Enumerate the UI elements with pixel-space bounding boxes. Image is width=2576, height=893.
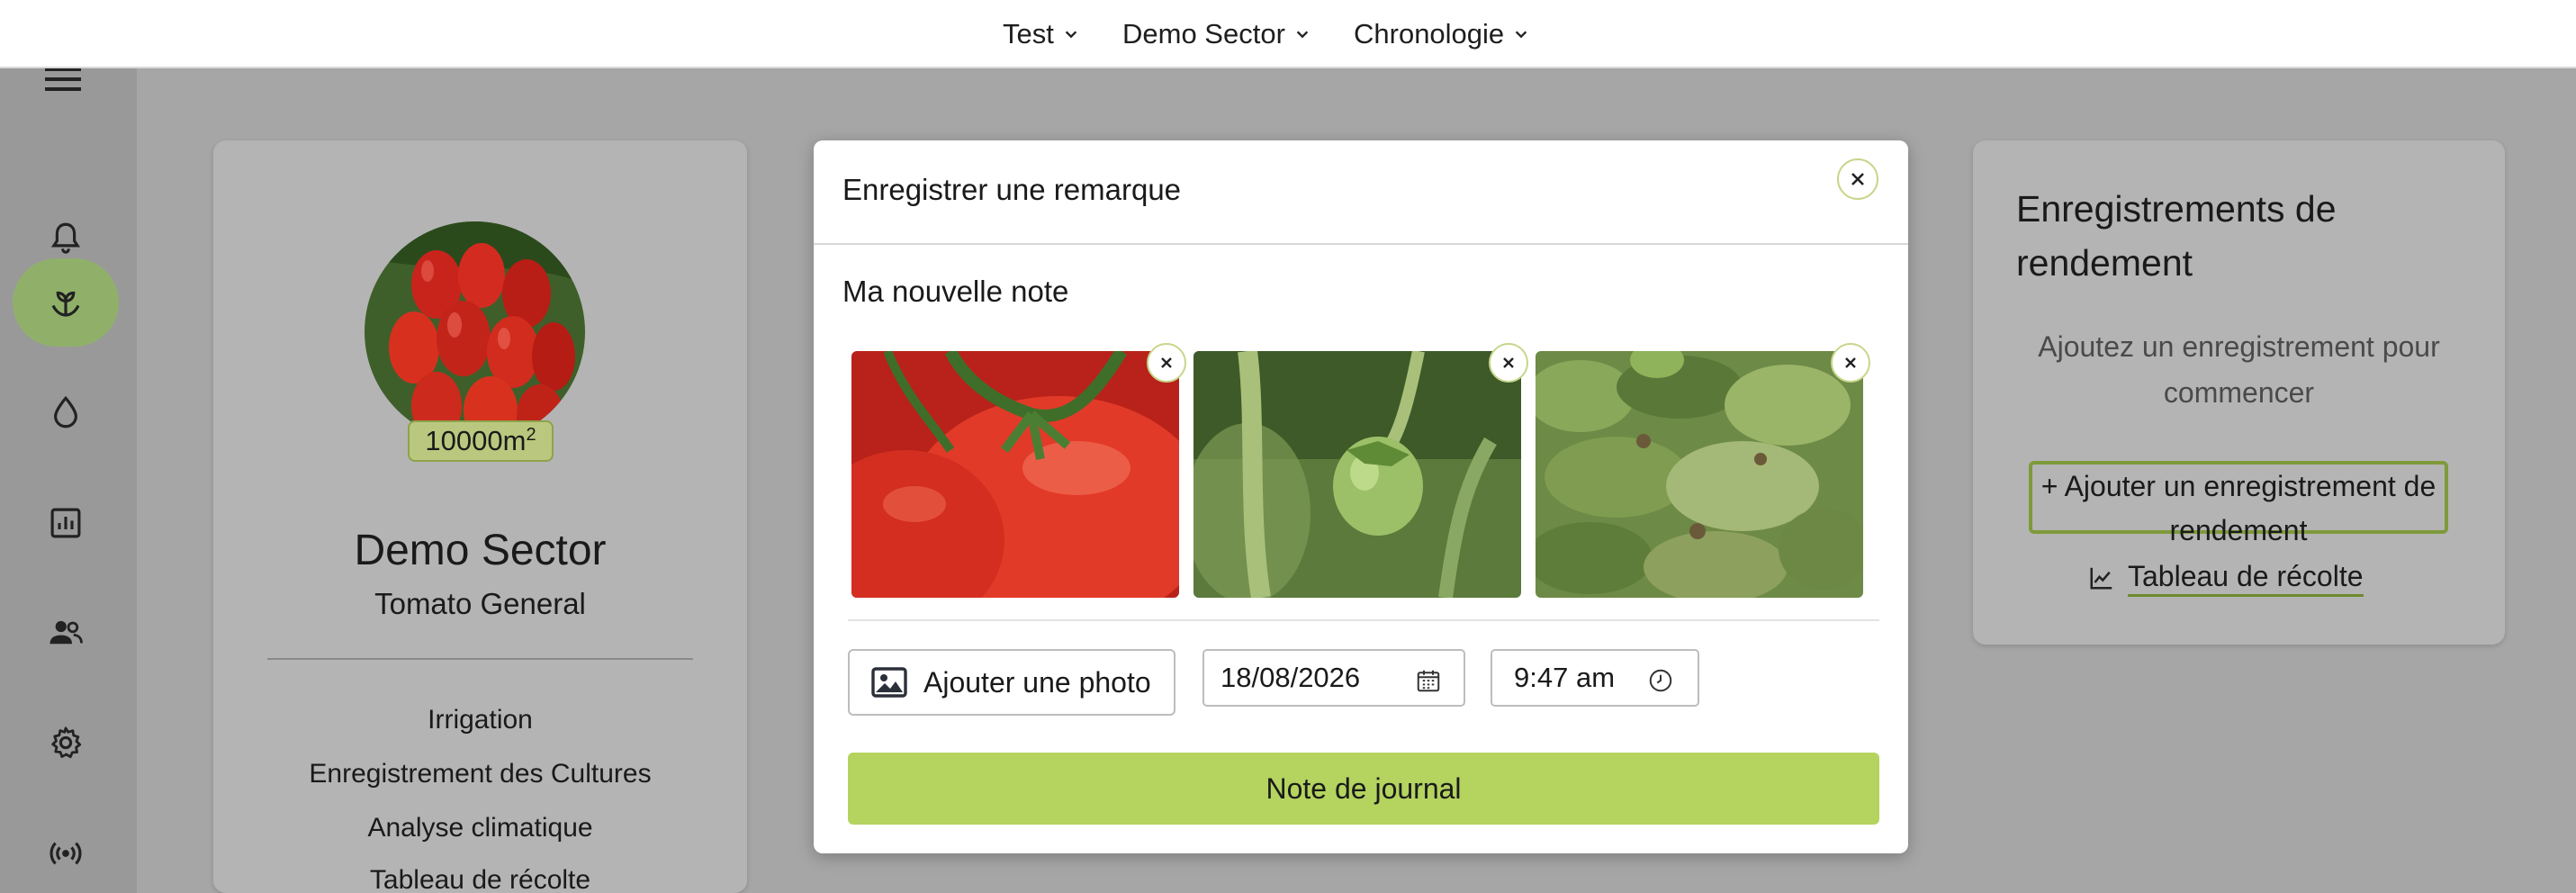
- farm-selector-label: Test: [1003, 18, 1054, 50]
- harvest-chart-link[interactable]: Tableau de récolte: [2088, 558, 2364, 597]
- card-divider: [267, 658, 693, 660]
- chevron-down-icon: [1296, 31, 1309, 39]
- sector-link-climate-analysis[interactable]: Analyse climatique: [213, 813, 747, 843]
- water-drop-icon: [54, 395, 77, 428]
- yield-card-title: Enregistrements de rendement: [2016, 188, 2337, 284]
- timeline-selector-label: Chronologie: [1354, 18, 1505, 50]
- area-value: 10000m: [425, 425, 527, 456]
- remove-photo-button[interactable]: [1489, 343, 1528, 383]
- close-icon: [1845, 357, 1856, 368]
- submit-note-button[interactable]: Note de journal: [848, 753, 1879, 825]
- farm-selector[interactable]: Test: [1003, 0, 1079, 68]
- harvest-chart-link-label: Tableau de récolte: [2128, 558, 2364, 597]
- sector-selector[interactable]: Demo Sector: [1122, 0, 1311, 68]
- sidebar-item-crops[interactable]: [13, 258, 119, 347]
- bar-chart-icon: [50, 508, 81, 538]
- photo-thumbnail: [1193, 351, 1521, 598]
- sector-avatar: [365, 221, 585, 442]
- diseased-plant-photo: [1536, 351, 1863, 598]
- clock-icon: [1649, 669, 1672, 692]
- sector-link-harvest-chart[interactable]: Tableau de récolte: [213, 865, 747, 893]
- sector-crop: Tomato General: [374, 587, 586, 620]
- time-value: 9:47 am: [1514, 662, 1616, 693]
- top-bar: Test Demo Sector Chronologie: [0, 0, 2576, 68]
- modal-close-button[interactable]: [1837, 158, 1878, 200]
- remove-photo-button[interactable]: [1147, 343, 1186, 383]
- note-text-input[interactable]: [842, 266, 1879, 317]
- photos-divider: [848, 619, 1879, 621]
- broadcast-icon: [50, 842, 82, 865]
- bell-icon: [50, 222, 81, 254]
- chevron-down-icon: [1065, 31, 1077, 39]
- image-icon: [871, 667, 907, 698]
- timeline-selector[interactable]: Chronologie: [1354, 0, 1529, 68]
- sidebar-item-users[interactable]: [13, 589, 119, 677]
- area-exponent: 2: [526, 424, 536, 445]
- users-icon: [50, 620, 83, 645]
- sprout-icon: [51, 291, 80, 317]
- photo-thumbnail: [1536, 351, 1863, 598]
- modal-title: Enregistrer une remarque: [842, 173, 1182, 206]
- yield-records-card: Enregistrements de rendement Ajoutez un …: [1973, 140, 2505, 645]
- time-picker-field[interactable]: 9:47 am: [1491, 649, 1699, 707]
- red-tomatoes-photo: [851, 351, 1179, 598]
- sector-link-irrigation[interactable]: Irrigation: [213, 705, 747, 735]
- sidebar: [0, 68, 137, 893]
- sidebar-item-settings[interactable]: [13, 699, 119, 787]
- calendar-icon: [1417, 670, 1440, 692]
- close-icon: [1851, 173, 1864, 185]
- sector-card: 10000m 2 Demo Sector Tomato General Irrig…: [213, 140, 747, 893]
- modal-header: Enregistrer une remarque: [814, 140, 1908, 245]
- sector-link-crop-records[interactable]: Enregistrement des Cultures: [213, 759, 747, 789]
- sector-selector-label: Demo Sector: [1122, 18, 1285, 50]
- sidebar-item-devices[interactable]: [13, 809, 119, 893]
- gear-icon: [51, 726, 82, 759]
- note-modal: Enregistrer une remarque Ma nouvelle not…: [814, 140, 1908, 853]
- green-tomato-photo: [1193, 351, 1521, 598]
- chevron-down-icon: [1515, 31, 1527, 39]
- sidebar-item-irrigation[interactable]: [13, 368, 119, 456]
- date-picker-field[interactable]: 18/08/2026: [1202, 649, 1465, 707]
- add-yield-record-button[interactable]: + Ajouter un enregistrement de rendement: [2029, 461, 2448, 546]
- add-photo-label: Ajouter une photo: [923, 665, 1151, 699]
- date-value: 18/08/2026: [1220, 662, 1361, 693]
- photo-thumbnail: [851, 351, 1179, 598]
- yield-empty-message: Ajoutez un enregistrement pour commencer: [2038, 330, 2440, 409]
- add-photo-button[interactable]: Ajouter une photo: [848, 649, 1175, 716]
- line-chart-icon: [2090, 567, 2112, 589]
- sector-name: Demo Sector: [354, 527, 607, 574]
- sidebar-item-analytics[interactable]: [13, 479, 119, 567]
- close-icon: [1161, 357, 1172, 368]
- tomato-cluster-image: [365, 221, 585, 442]
- close-icon: [1503, 357, 1514, 368]
- hamburger-icon: [45, 68, 81, 91]
- remove-photo-button[interactable]: [1831, 343, 1870, 383]
- area-badge: 10000m 2: [408, 420, 554, 462]
